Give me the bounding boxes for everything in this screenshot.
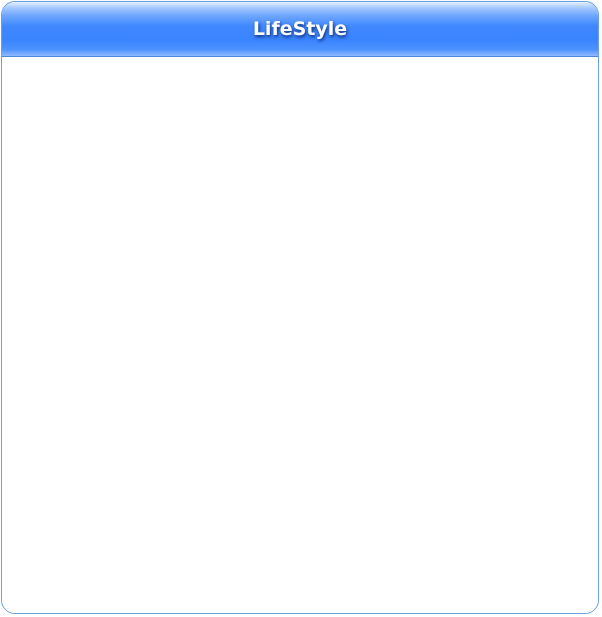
panel-title: LifeStyle	[252, 18, 348, 40]
lifestyle-panel: LifeStyle	[1, 1, 599, 614]
panel-header: LifeStyle	[2, 2, 598, 57]
panel-body	[2, 57, 598, 613]
